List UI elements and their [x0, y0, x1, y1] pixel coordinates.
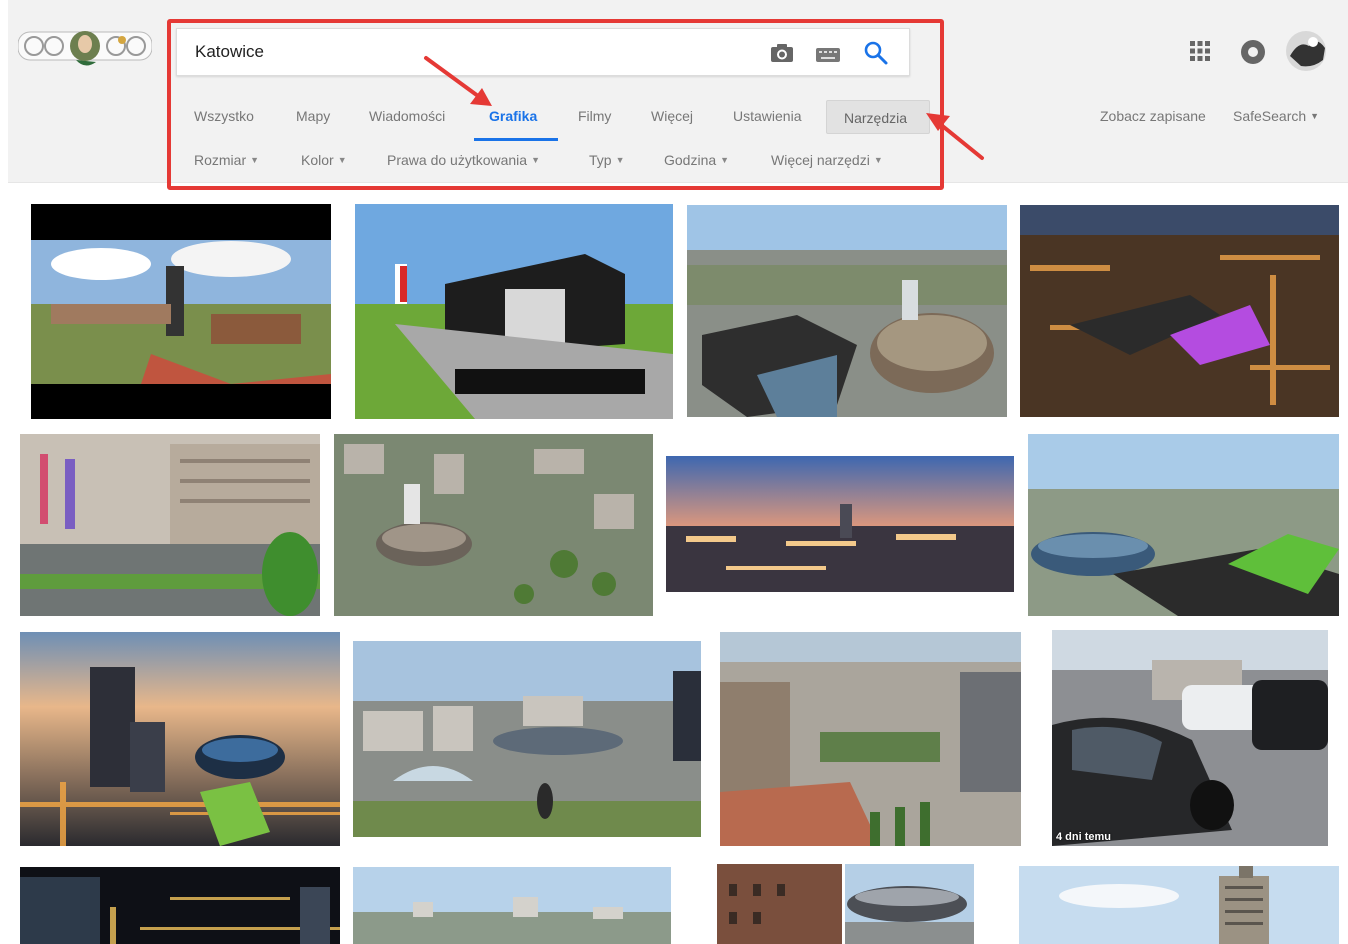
result-thumbnail — [687, 205, 1007, 417]
image-result[interactable] — [1020, 205, 1339, 417]
result-thumbnail — [1019, 866, 1339, 944]
image-result[interactable] — [355, 204, 673, 419]
account-avatar[interactable] — [1285, 30, 1327, 72]
result-thumbnail — [353, 867, 671, 944]
image-result[interactable]: 4 dni temu — [1052, 630, 1328, 846]
result-thumbnail — [1020, 205, 1339, 417]
result-thumbnail — [353, 641, 701, 837]
google-doodle-logo[interactable] — [18, 24, 152, 70]
image-result[interactable] — [353, 641, 701, 837]
image-result[interactable] — [31, 204, 331, 419]
image-result[interactable] — [334, 434, 653, 616]
image-result[interactable] — [717, 864, 974, 944]
caret-down-icon: ▼ — [1310, 111, 1320, 121]
image-result[interactable] — [20, 867, 340, 944]
annotation-highlight-box — [167, 19, 944, 190]
result-thumbnail — [1028, 434, 1339, 616]
apps-grid-icon[interactable] — [1189, 40, 1211, 62]
result-thumbnail — [717, 864, 974, 944]
result-thumbnail — [1052, 630, 1328, 846]
image-result[interactable] — [20, 632, 340, 846]
image-result[interactable] — [1019, 866, 1339, 944]
result-thumbnail — [20, 867, 340, 944]
saved-link[interactable]: Zobacz zapisane — [1100, 108, 1206, 124]
image-result[interactable] — [353, 867, 671, 944]
result-thumbnail — [20, 434, 320, 616]
image-result[interactable] — [720, 632, 1021, 846]
result-thumbnail — [720, 632, 1021, 846]
result-badge: 4 dni temu — [1056, 831, 1112, 843]
safesearch-toggle[interactable]: SafeSearch ▼ — [1233, 108, 1319, 124]
image-result[interactable] — [687, 205, 1007, 417]
notifications-icon[interactable] — [1240, 39, 1266, 65]
result-thumbnail — [355, 204, 673, 419]
image-result[interactable] — [20, 434, 320, 616]
image-result[interactable] — [1028, 434, 1339, 616]
result-thumbnail — [666, 456, 1014, 592]
result-thumbnail — [31, 204, 331, 419]
result-thumbnail — [334, 434, 653, 616]
result-thumbnail — [20, 632, 340, 846]
image-result[interactable] — [666, 456, 1014, 592]
